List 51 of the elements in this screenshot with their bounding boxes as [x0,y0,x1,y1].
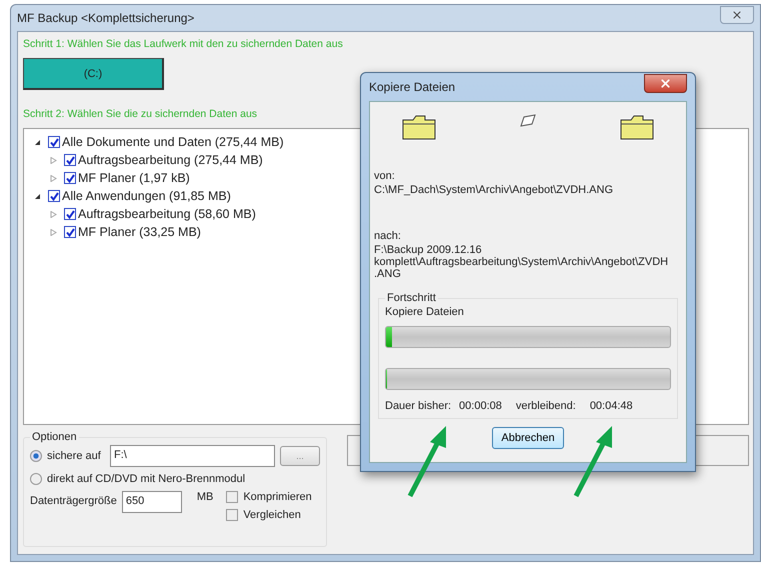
step-label: Schritt 2: Wählen Sie die zu sichernden Daten aus [23,108,258,120]
elapsed-time: 00:00:08 [459,400,502,412]
path-field[interactable]: F:\ [110,445,275,467]
close-icon [731,9,743,21]
radio-button[interactable] [30,450,42,462]
target-path: F:\Backup 2009.12.16 komplett\Auftragsbearbeitung\System\Archiv\Angebot\ZVDH.ANG [374,244,670,280]
from-label: von: [374,170,396,182]
checkbox[interactable] [64,154,76,166]
cancel-button[interactable]: Abbrechen [492,427,564,449]
folder-icon [402,114,436,140]
to-label: nach: [374,230,402,242]
tree-item-label[interactable]: MF Planer (1,97 kB) [78,171,190,185]
tree-item-label[interactable]: Alle Dokumente und Daten (275,44 MB) [62,135,284,149]
arrow [408,426,446,498]
remaining-label: verbleibend: [516,400,576,412]
unit-label: MB [196,491,214,503]
elapsed-label: Dauer bisher: [385,400,452,412]
checkbox[interactable] [226,509,238,521]
source-path: C:\MF_Dach\System\Archiv\Angebot\ZVDH.ANG [374,184,614,196]
close-button[interactable] [644,74,687,92]
checkbox[interactable] [64,172,76,184]
checkbox[interactable] [48,136,60,148]
tree-item-label[interactable]: MF Planer (33,25 MB) [78,225,201,239]
dialog-title: Kopiere Dateien [369,80,456,94]
tree-item-label[interactable]: Alle Anwendungen (91,85 MB) [62,189,231,203]
size-field[interactable]: 650 [122,491,182,513]
collapse-icon[interactable] [34,192,41,200]
folder-icon [620,114,654,140]
radio-label: sichere auf [47,450,102,462]
group-title: Fortschritt [386,292,437,304]
arrow [574,426,612,498]
checkbox[interactable] [226,491,238,503]
tree-item-label[interactable]: Auftragsbearbeitung (275,44 MB) [78,153,263,167]
window-title: MF Backup <Komplettsicherung> [17,11,194,25]
close-icon [659,76,672,90]
checkbox[interactable] [48,190,60,202]
radio-button[interactable] [30,473,42,485]
close-button[interactable] [720,6,754,24]
tree-item-label[interactable]: Auftragsbearbeitung (58,60 MB) [78,207,256,221]
checkbox[interactable] [64,226,76,238]
checkbox-label: Vergleichen [243,509,301,521]
step-label: Schritt 1: Wählen Sie das Laufwerk mit den zu sichernden Daten aus [23,38,344,50]
radio-label: direkt auf CD/DVD mit Nero-Brennmodul [47,473,246,485]
remaining-time: 00:04:48 [590,400,633,412]
checkbox[interactable] [64,208,76,220]
group-title: Optionen [31,431,78,443]
progress-label: Kopiere Dateien [385,306,464,318]
checkbox-label: Komprimieren [243,491,312,503]
size-label: Datenträgergröße [30,495,117,507]
collapse-icon[interactable] [34,138,41,146]
drive-button[interactable]: (C:) [23,58,164,90]
